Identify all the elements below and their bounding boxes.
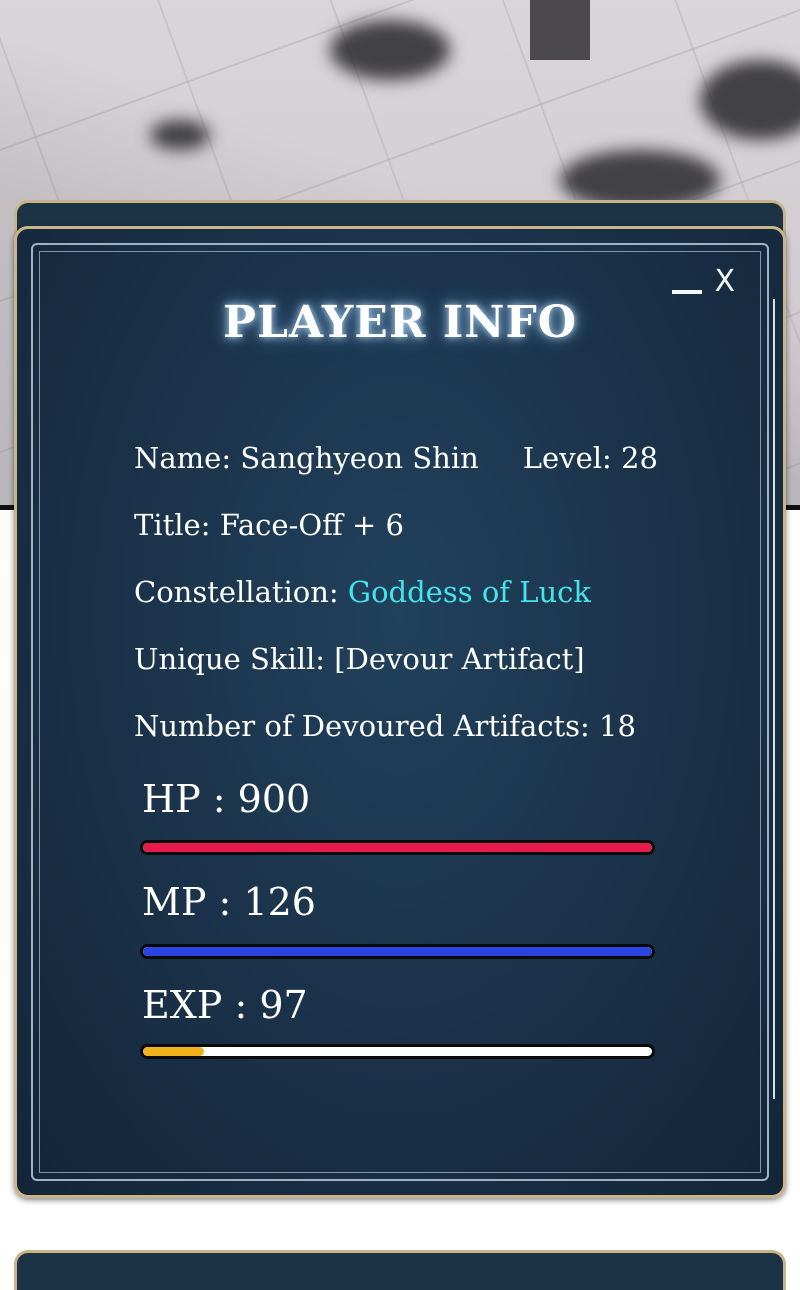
devoured-count: Number of Devoured Artifacts: 18	[134, 708, 636, 743]
unique-skill: Unique Skill: [Devour Artifact]	[134, 641, 585, 676]
mp-label: MP : 126	[142, 880, 316, 924]
hp-bar	[140, 840, 655, 855]
player-name: Name: Sanghyeon Shin	[134, 440, 479, 475]
constellation-row: Constellation: Goddess of Luck	[134, 558, 658, 625]
devoured-row: Number of Devoured Artifacts: 18	[134, 692, 658, 759]
hp-bar-track	[143, 843, 652, 852]
exp-label: EXP : 97	[142, 983, 308, 1027]
minimize-icon[interactable]	[672, 290, 703, 294]
player-details: Name: Sanghyeon Shin Level: 28 Title: Fa…	[134, 424, 658, 759]
hp-bar-fill	[143, 843, 652, 852]
unique-skill-row: Unique Skill: [Devour Artifact]	[134, 625, 658, 692]
mp-bar	[140, 944, 655, 959]
constellation-value: Goddess of Luck	[347, 574, 591, 609]
next-panel-top	[14, 1250, 786, 1290]
player-title: Title: Face-Off + 6	[134, 507, 404, 542]
constellation-label: Constellation:	[134, 574, 348, 609]
background-stain	[700, 60, 800, 140]
background-shadow	[530, 0, 590, 60]
close-icon[interactable]: X	[714, 267, 735, 297]
background-stain	[330, 20, 450, 80]
window-controls: X	[672, 267, 735, 297]
frame-side-line	[773, 299, 775, 1099]
player-level: Level: 28	[522, 440, 658, 475]
mp-bar-fill	[143, 947, 652, 956]
exp-bar-track	[143, 1047, 652, 1056]
title-row: Title: Face-Off + 6	[134, 491, 658, 558]
exp-bar-fill	[143, 1047, 205, 1056]
name-level-row: Name: Sanghyeon Shin Level: 28	[134, 424, 658, 491]
exp-bar	[140, 1044, 655, 1059]
mp-bar-track	[143, 947, 652, 956]
player-info-window: X PLAYER INFO Name: Sanghyeon Shin Level…	[14, 226, 786, 1198]
window-title: PLAYER INFO	[222, 297, 578, 348]
background-stain	[150, 120, 210, 150]
hp-label: HP : 900	[142, 777, 311, 821]
